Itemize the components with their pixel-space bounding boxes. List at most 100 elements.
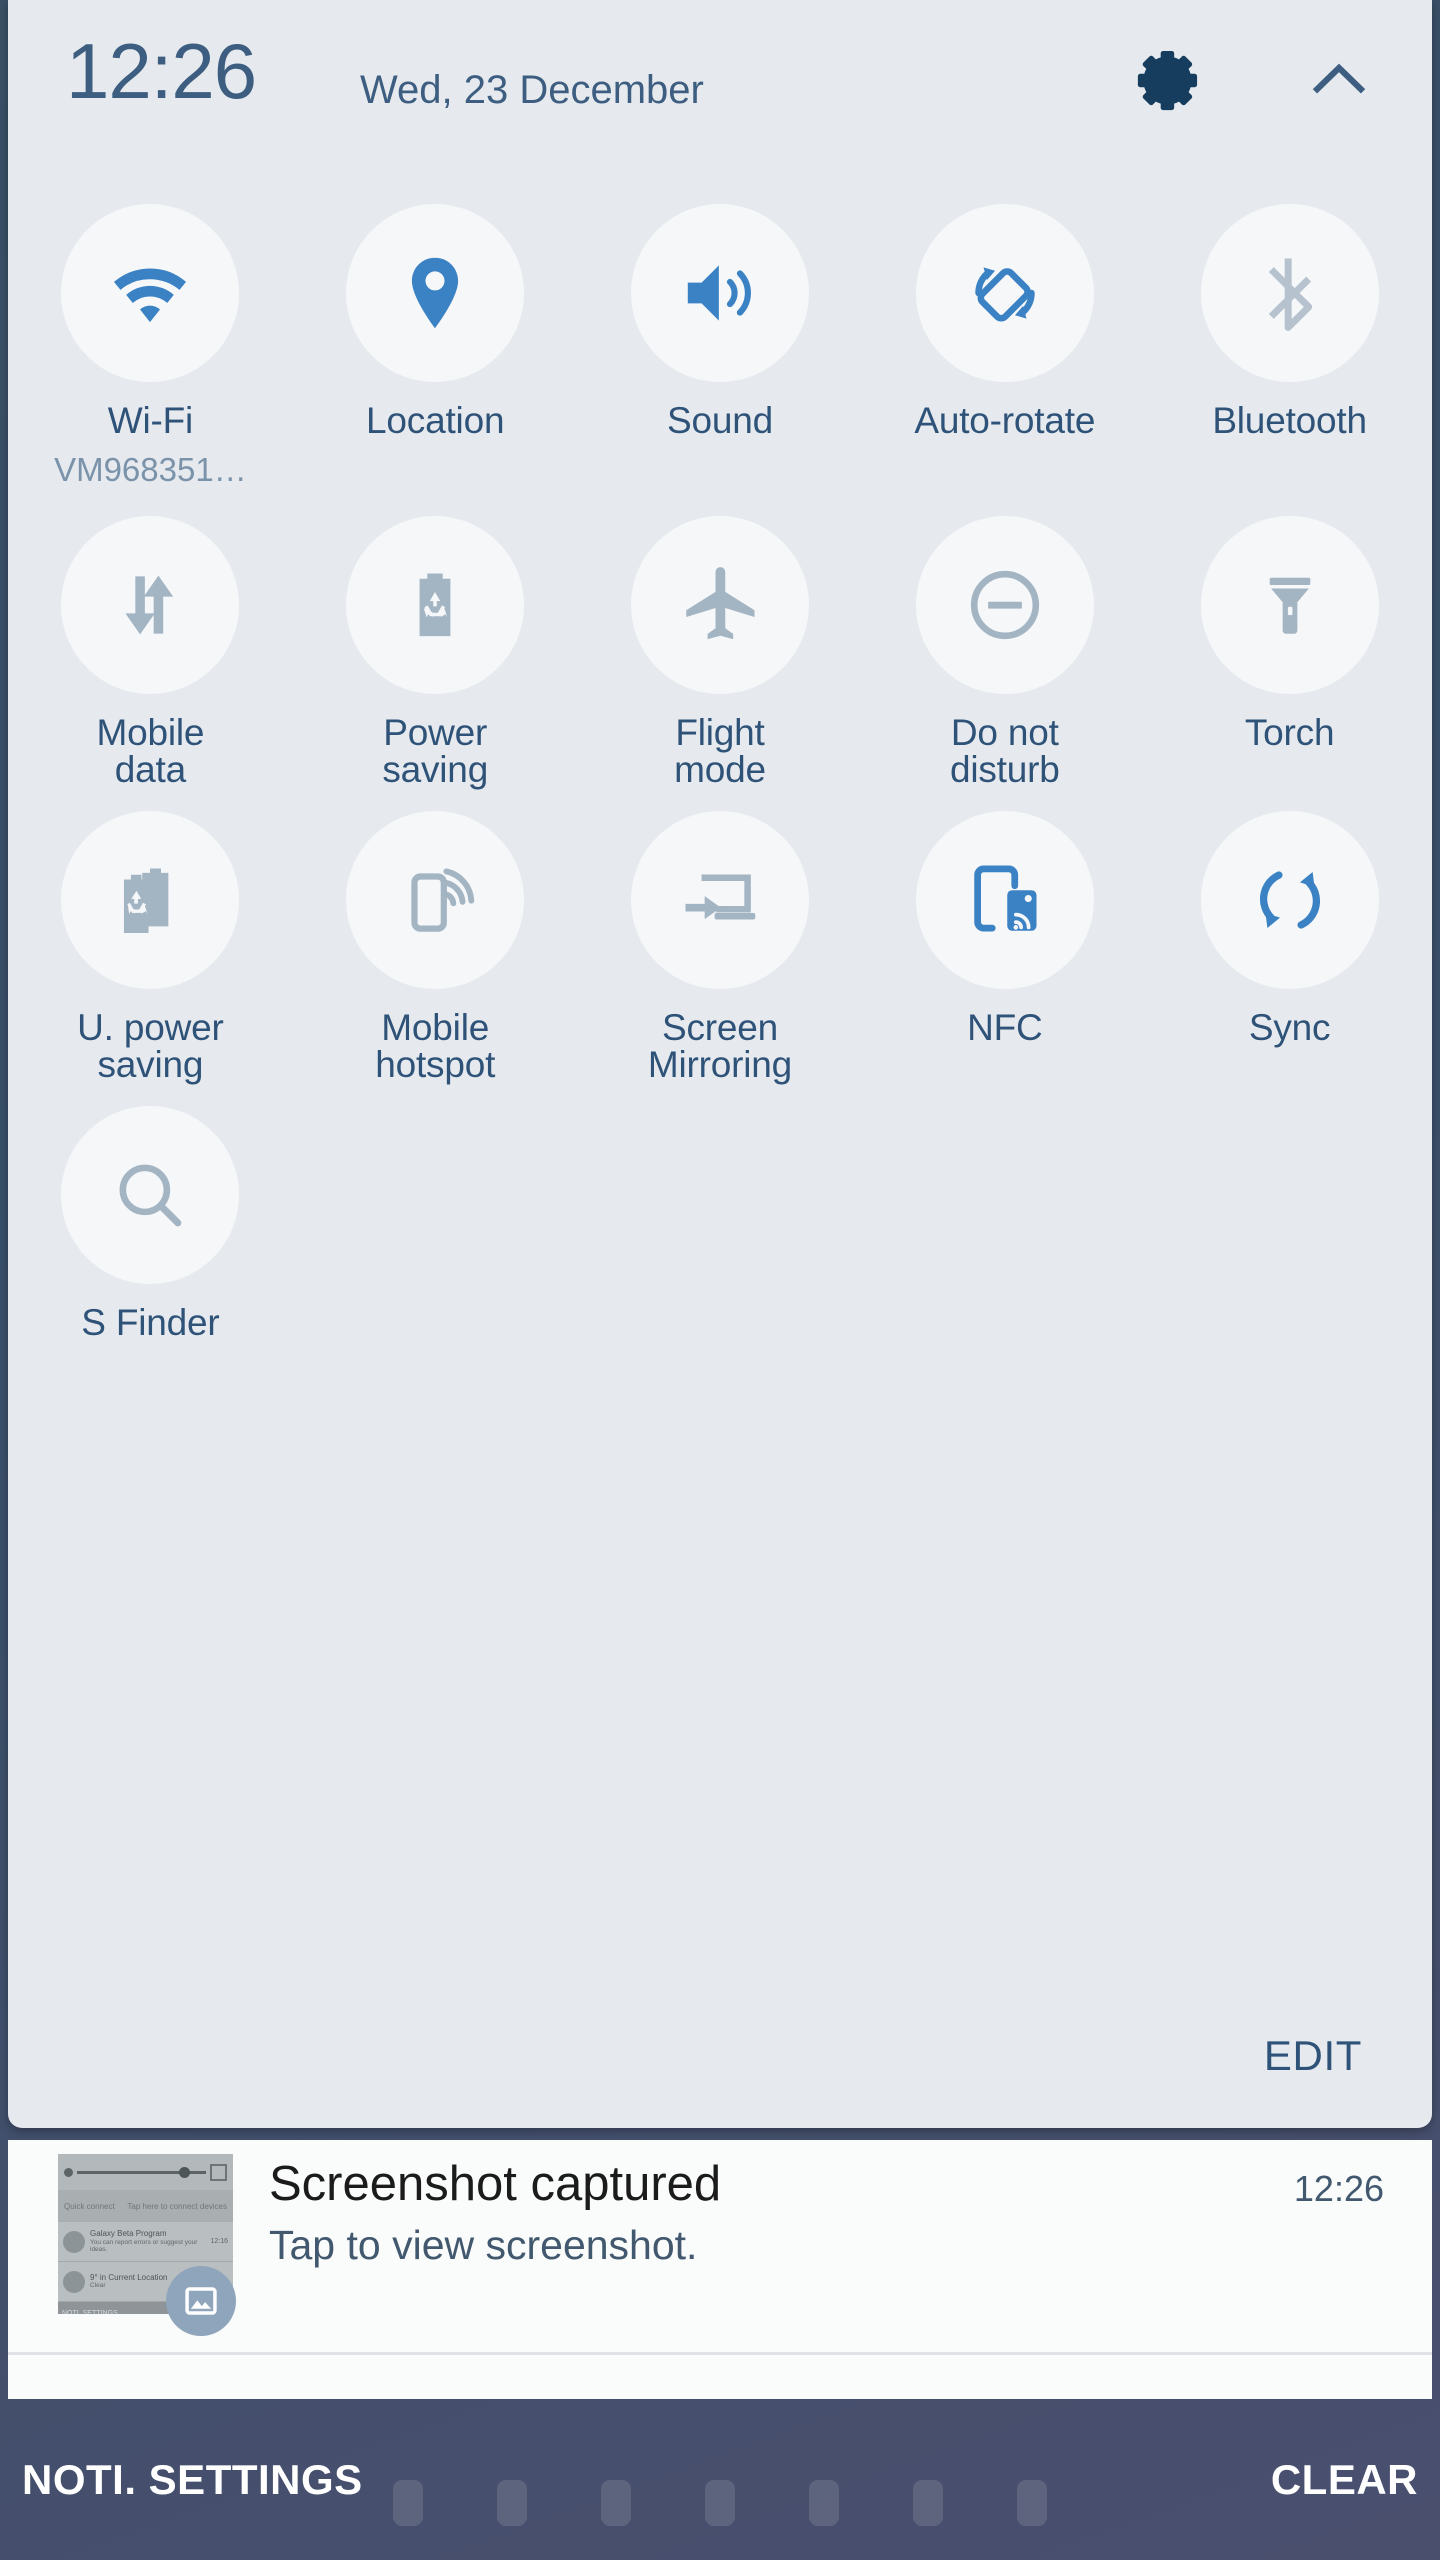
tile-do-not-disturb[interactable]: Do not disturb	[862, 494, 1147, 789]
quick-settings-header: 12:26 Wed, 23 December	[8, 0, 1432, 180]
tile-flight-mode[interactable]: Flight mode	[578, 494, 863, 789]
brightness-knob	[179, 2166, 190, 2178]
thumb-quick-connect-hint: Tap here to connect devices	[127, 2201, 227, 2211]
tile-circle	[346, 811, 525, 989]
notification-divider	[8, 2352, 1432, 2355]
hint-key	[705, 2480, 735, 2526]
tile-label: Location	[366, 400, 505, 441]
hint-key	[913, 2480, 943, 2526]
collapse-button[interactable]	[1302, 42, 1376, 116]
hint-key	[1017, 2480, 1047, 2526]
hint-key	[393, 2480, 423, 2526]
settings-button[interactable]	[1132, 42, 1206, 116]
tile-location[interactable]: Location	[293, 182, 578, 494]
brightness-sun-icon	[64, 2167, 73, 2177]
tile-label: Do not disturb	[949, 712, 1060, 790]
notification-time: 12:26	[1293, 2168, 1384, 2209]
tile-row: Wi-Fi VM968351… Location Sound Auto-rota…	[8, 182, 1432, 494]
power-saving-icon	[419, 573, 451, 637]
tile-circle	[915, 811, 1094, 989]
sync-icon	[1259, 871, 1320, 929]
tile-circle	[630, 811, 809, 989]
thumb-item-body: You can report errors or suggest your id…	[90, 2238, 198, 2254]
tile-label: U. power saving	[77, 1007, 224, 1085]
auto-brightness-checkbox	[210, 2163, 227, 2181]
tile-label: Bluetooth	[1212, 400, 1367, 441]
tile-circle	[1200, 516, 1379, 694]
mobile-data-icon	[125, 575, 174, 635]
tile-row: U. power saving Mobile hotspot Screen Mi…	[8, 789, 1432, 1084]
tile-ultra-power-saving[interactable]: U. power saving	[8, 789, 293, 1084]
tile-circle	[61, 516, 240, 694]
tile-label: S Finder	[81, 1302, 220, 1343]
notification-tail	[8, 2355, 1432, 2399]
tile-sound[interactable]: Sound	[578, 182, 863, 494]
tile-circle	[1200, 811, 1379, 989]
thumb-quick-connect-label: Quick connect	[64, 2201, 115, 2211]
thumb-item-text: Galaxy Beta Program You can report error…	[90, 2229, 205, 2254]
tile-mobile-hotspot[interactable]: Mobile hotspot	[293, 789, 578, 1084]
tile-label: Wi-Fi	[107, 400, 194, 441]
ultra-power-saving-icon	[124, 868, 169, 933]
wifi-icon	[114, 268, 187, 323]
thumb-item-time: 12:16	[210, 2238, 228, 2245]
tile-sync[interactable]: Sync	[1147, 789, 1432, 1084]
tile-sublabel: VM968351…	[54, 451, 247, 488]
tile-label: Power saving	[382, 712, 489, 790]
tile-label: Auto-rotate	[914, 400, 1096, 441]
image-icon	[185, 2287, 217, 2315]
tile-circle	[630, 204, 809, 382]
tile-empty	[293, 1084, 578, 1379]
hint-key	[497, 2480, 527, 2526]
tile-nfc[interactable]: NFC	[862, 789, 1147, 1084]
tile-empty	[578, 1084, 863, 1379]
notification-badge	[166, 2266, 236, 2336]
bottom-action-bar: NOTI. SETTINGS CLEAR	[0, 2400, 1440, 2560]
tile-circle	[915, 204, 1094, 382]
flashlight-icon	[1269, 577, 1310, 634]
notification-title: Screenshot captured	[269, 2157, 722, 2211]
tile-auto-rotate[interactable]: Auto-rotate	[862, 182, 1147, 494]
tile-circle	[346, 516, 525, 694]
tile-label: NFC	[967, 1007, 1043, 1048]
bluetooth-icon	[1268, 258, 1312, 331]
tile-wifi[interactable]: Wi-Fi VM968351…	[8, 182, 293, 494]
tile-circle	[630, 516, 809, 694]
noti-settings-button[interactable]: NOTI. SETTINGS	[22, 2456, 363, 2504]
tile-circle	[346, 204, 525, 382]
thumb-quick-connect-row: Quick connect Tap here to connect device…	[58, 2190, 233, 2222]
tile-label: Flight mode	[674, 712, 766, 790]
location-pin-icon	[412, 257, 459, 329]
edit-button[interactable]: EDIT	[1264, 2032, 1362, 2080]
notification-text: Screenshot captured Tap to view screensh…	[233, 2140, 1294, 2269]
tile-s-finder[interactable]: S Finder	[8, 1084, 293, 1379]
tile-label: Torch	[1244, 712, 1335, 753]
brightness-slider	[77, 2166, 206, 2178]
chevron-up-icon	[1312, 63, 1366, 94]
notification-screenshot-captured[interactable]: Quick connect Tap here to connect device…	[8, 2140, 1432, 2352]
do-not-disturb-icon	[970, 570, 1039, 640]
tile-bluetooth[interactable]: Bluetooth	[1147, 182, 1432, 494]
hint-key	[601, 2480, 631, 2526]
tile-screen-mirroring[interactable]: Screen Mirroring	[578, 789, 863, 1084]
tile-empty	[862, 1084, 1147, 1379]
tile-circle	[61, 1106, 240, 1284]
clear-button[interactable]: CLEAR	[1271, 2456, 1418, 2504]
thumb-item-title: Galaxy Beta Program	[90, 2228, 167, 2238]
notification-thumbnail-wrap: Quick connect Tap here to connect device…	[58, 2154, 236, 2336]
tile-row: Mobile data Power saving Flight mode Do …	[8, 494, 1432, 789]
quick-settings-panel: 12:26 Wed, 23 December Wi-Fi VM968351… L…	[8, 0, 1432, 2128]
hint-key	[809, 2480, 839, 2526]
tile-label: Mobile hotspot	[375, 1007, 496, 1085]
tile-power-saving[interactable]: Power saving	[293, 494, 578, 789]
tile-label: Screen Mirroring	[647, 1007, 793, 1085]
tile-torch[interactable]: Torch	[1147, 494, 1432, 789]
tile-circle	[61, 811, 240, 989]
date-label: Wed, 23 December	[360, 68, 704, 112]
tile-row: S Finder	[8, 1084, 1432, 1379]
tile-mobile-data[interactable]: Mobile data	[8, 494, 293, 789]
airplane-icon	[686, 567, 755, 640]
search-icon	[119, 1164, 182, 1227]
tile-label: Sound	[666, 400, 773, 441]
nfc-icon	[974, 865, 1037, 932]
